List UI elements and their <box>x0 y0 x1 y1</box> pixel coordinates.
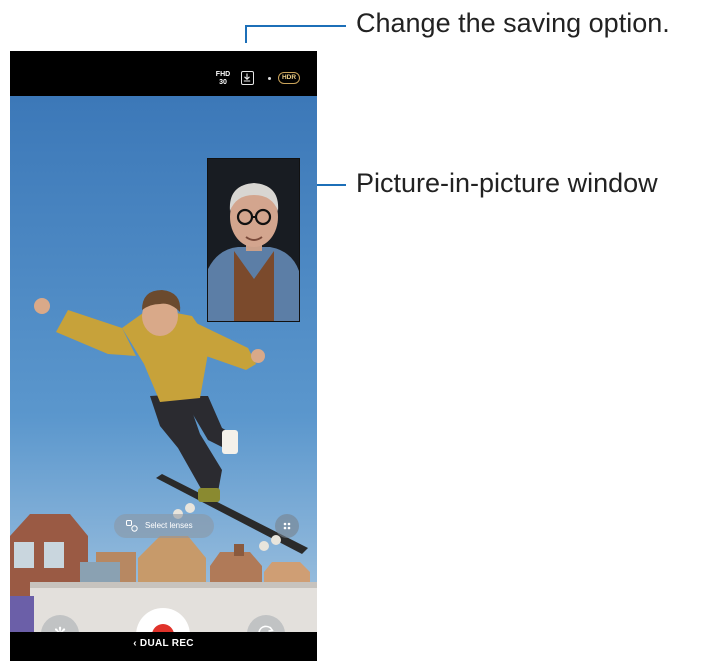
select-lenses-label: Select lenses <box>145 521 193 530</box>
lenses-icon <box>126 520 138 532</box>
phone-screen: FHD 30 HDR Select lenses ‹ DUAL REC <box>10 51 317 661</box>
hdr-toggle[interactable]: HDR <box>278 72 300 84</box>
switch-camera-button[interactable] <box>247 615 285 632</box>
separator-dot <box>268 77 271 80</box>
camera-viewfinder[interactable]: Select lenses ❋ <box>10 96 317 632</box>
mode-selector[interactable]: ‹ DUAL REC <box>10 638 317 649</box>
pip-window[interactable] <box>207 158 300 322</box>
callout-pip-window: Picture-in-picture window <box>356 168 658 198</box>
select-lenses-button[interactable]: Select lenses <box>114 514 214 538</box>
switch-camera-icon <box>258 625 274 632</box>
camera-bottom-bar: ‹ DUAL REC <box>10 632 317 661</box>
pip-person-image <box>208 159 299 321</box>
callout-saving-option: Change the saving option. <box>356 8 670 38</box>
resolution-setting[interactable]: FHD 30 <box>214 71 232 87</box>
more-icon <box>283 522 291 530</box>
mode-label: DUAL REC <box>139 638 194 649</box>
saving-option-button[interactable] <box>241 71 254 85</box>
download-icon <box>243 73 251 82</box>
camera-top-bar: FHD 30 HDR <box>10 51 317 96</box>
more-options-button[interactable] <box>275 514 299 538</box>
leader-line-saving-vertical <box>245 25 247 43</box>
effects-icon: ❋ <box>52 624 67 632</box>
record-icon <box>152 624 174 632</box>
chevron-left-icon: ‹ <box>133 638 137 649</box>
resolution-label: FHD <box>215 71 231 78</box>
leader-line-saving-horizontal <box>245 25 346 27</box>
fps-label: 30 <box>219 79 227 86</box>
